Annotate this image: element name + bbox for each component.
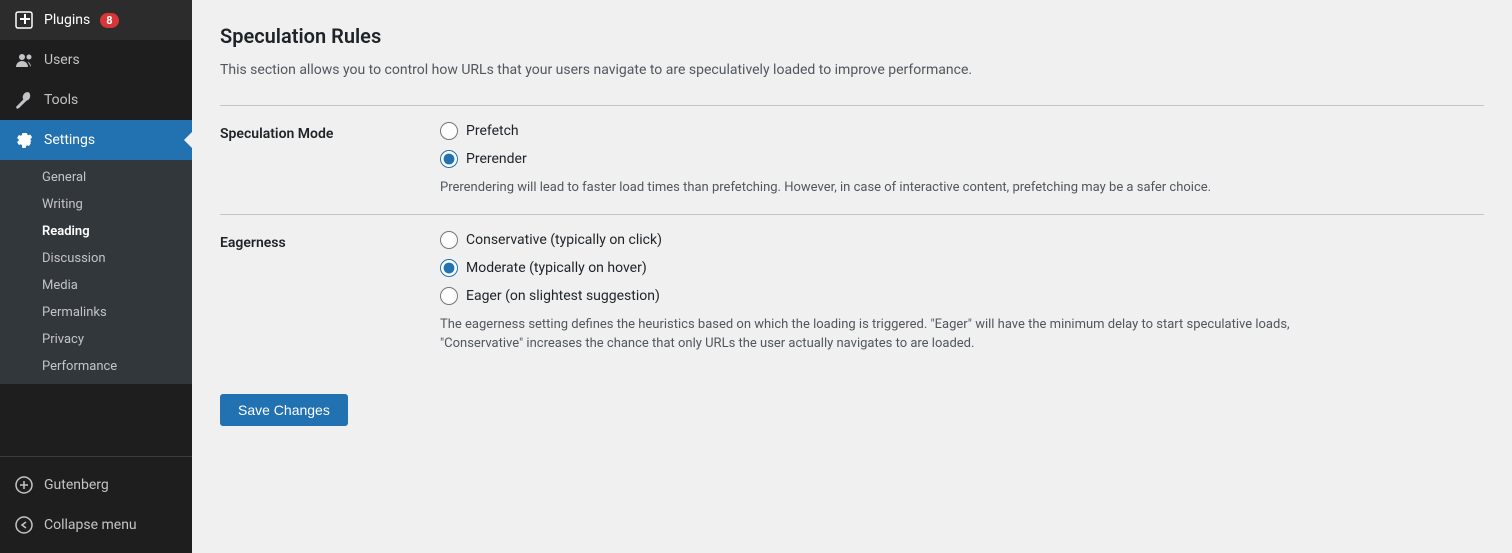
prerender-option[interactable]: Prerender [440, 150, 1484, 168]
sidebar-item-label: Gutenberg [44, 477, 109, 493]
sidebar-item-reading[interactable]: Reading [0, 218, 192, 245]
tools-icon [14, 90, 34, 110]
sidebar-bottom: Gutenberg Collapse menu [0, 456, 192, 553]
plugins-badge: 8 [100, 13, 118, 28]
eagerness-label: Eagerness [220, 231, 440, 251]
eager-radio[interactable] [440, 287, 458, 305]
main-content: Speculation Rules This section allows yo… [192, 0, 1512, 553]
speculation-mode-help: Prerendering will lead to faster load ti… [440, 178, 1340, 198]
save-area: Save Changes [220, 386, 1484, 426]
sidebar-item-writing[interactable]: Writing [0, 191, 192, 218]
moderate-option[interactable]: Moderate (typically on hover) [440, 259, 1484, 277]
sidebar-item-general[interactable]: General [0, 164, 192, 191]
prefetch-radio[interactable] [440, 122, 458, 140]
prefetch-label: Prefetch [466, 123, 519, 139]
sidebar-item-plugins[interactable]: Plugins 8 [0, 0, 192, 40]
section-description: This section allows you to control how U… [220, 60, 1484, 81]
speculation-mode-row: Speculation Mode Prefetch Prerender Prer… [220, 105, 1484, 214]
sidebar-item-discussion[interactable]: Discussion [0, 245, 192, 272]
prefetch-option[interactable]: Prefetch [440, 122, 1484, 140]
settings-icon [14, 130, 34, 150]
save-button[interactable]: Save Changes [220, 394, 348, 426]
users-icon [14, 50, 34, 70]
sidebar-item-label: Tools [44, 92, 78, 108]
sidebar-arrow-icon [184, 132, 192, 148]
eagerness-row: Eagerness Conservative (typically on cli… [220, 214, 1484, 370]
eager-option[interactable]: Eager (on slightest suggestion) [440, 287, 1484, 305]
sidebar: Plugins 8 Users Tools Settings General W… [0, 0, 192, 553]
sidebar-item-tools[interactable]: Tools [0, 80, 192, 120]
speculation-mode-options: Prefetch Prerender Prerendering will lea… [440, 122, 1484, 198]
eager-label: Eager (on slightest suggestion) [466, 288, 660, 304]
moderate-radio[interactable] [440, 259, 458, 277]
speculation-mode-label: Speculation Mode [220, 122, 440, 142]
conservative-radio[interactable] [440, 231, 458, 249]
prerender-radio[interactable] [440, 150, 458, 168]
settings-submenu: General Writing Reading Discussion Media… [0, 160, 192, 384]
prerender-label: Prerender [466, 151, 527, 167]
moderate-label: Moderate (typically on hover) [466, 260, 647, 276]
sidebar-item-performance[interactable]: Performance [0, 353, 192, 380]
sidebar-item-label: Plugins [44, 12, 90, 28]
eagerness-options: Conservative (typically on click) Modera… [440, 231, 1484, 354]
page-title: Speculation Rules [220, 24, 1484, 48]
collapse-icon [14, 515, 34, 535]
conservative-label: Conservative (typically on click) [466, 232, 662, 248]
sidebar-item-label: Collapse menu [44, 517, 137, 533]
sidebar-item-gutenberg[interactable]: Gutenberg [0, 465, 192, 505]
sidebar-item-label: Users [44, 52, 80, 68]
sidebar-item-privacy[interactable]: Privacy [0, 326, 192, 353]
sidebar-item-permalinks[interactable]: Permalinks [0, 299, 192, 326]
plugins-icon [14, 10, 34, 30]
sidebar-item-label: Settings [44, 132, 95, 148]
sidebar-item-users[interactable]: Users [0, 40, 192, 80]
conservative-option[interactable]: Conservative (typically on click) [440, 231, 1484, 249]
eagerness-help: The eagerness setting defines the heuris… [440, 315, 1340, 354]
gutenberg-icon [14, 475, 34, 495]
sidebar-item-media[interactable]: Media [0, 272, 192, 299]
sidebar-item-collapse[interactable]: Collapse menu [0, 505, 192, 545]
sidebar-item-settings[interactable]: Settings [0, 120, 192, 160]
